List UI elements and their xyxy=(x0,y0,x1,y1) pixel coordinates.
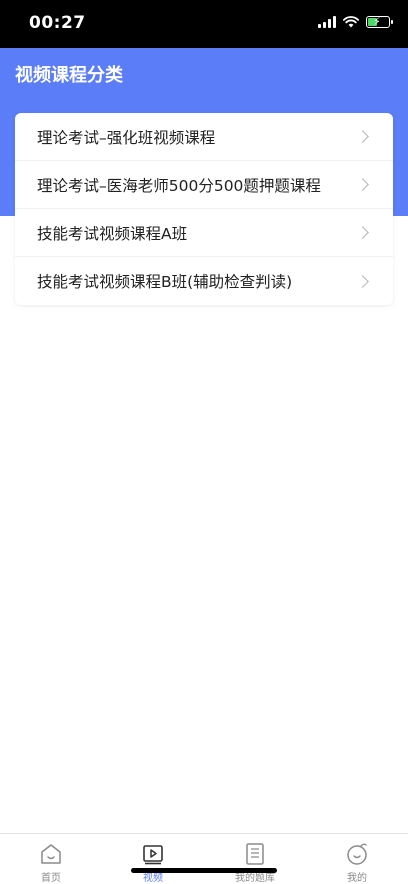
course-item[interactable]: 理论考试–医海老师500分500题押题课程 xyxy=(15,161,393,209)
video-icon xyxy=(143,845,163,865)
chevron-right-icon xyxy=(356,274,369,288)
cellular-signal-icon xyxy=(318,16,336,28)
profile-icon xyxy=(347,843,367,865)
course-item-label: 理论考试–强化班视频课程 xyxy=(37,128,216,147)
chevron-right-icon xyxy=(356,226,369,239)
course-item[interactable]: 理论考试–强化班视频课程 xyxy=(15,113,393,161)
course-item[interactable]: 技能考试视频课程A班 xyxy=(15,209,393,257)
tab-question-bank[interactable]: 我的题库 xyxy=(204,834,306,884)
status-bar: 00:27 ⚡ xyxy=(0,0,408,48)
bottom-tab-bar: 首页 视频 我的题库 我的 xyxy=(0,833,408,884)
course-item[interactable]: 技能考试视频课程B班(辅助检查判读) xyxy=(15,257,393,305)
status-icons: ⚡ xyxy=(318,15,393,28)
tab-video[interactable]: 视频 xyxy=(102,834,204,884)
chevron-right-icon xyxy=(356,130,369,143)
page-title: 视频课程分类 xyxy=(15,65,123,86)
wifi-icon xyxy=(343,16,359,28)
chevron-right-icon xyxy=(356,178,369,191)
course-item-label: 技能考试视频课程A班 xyxy=(37,224,188,243)
tab-label: 我的 xyxy=(347,873,367,884)
tab-home[interactable]: 首页 xyxy=(0,834,102,884)
tab-label: 首页 xyxy=(41,873,61,884)
home-icon xyxy=(41,844,61,864)
question-bank-icon xyxy=(246,843,264,865)
status-time: 00:27 xyxy=(29,13,86,33)
battery-charging-icon: ⚡ xyxy=(366,15,393,28)
course-item-label: 技能考试视频课程B班(辅助检查判读) xyxy=(37,273,293,291)
course-category-list: 理论考试–强化班视频课程 理论考试–医海老师500分500题押题课程 技能考试视… xyxy=(15,113,393,305)
course-item-label: 理论考试–医海老师500分500题押题课程 xyxy=(37,176,321,195)
tab-profile[interactable]: 我的 xyxy=(306,834,408,884)
home-indicator xyxy=(131,868,277,873)
